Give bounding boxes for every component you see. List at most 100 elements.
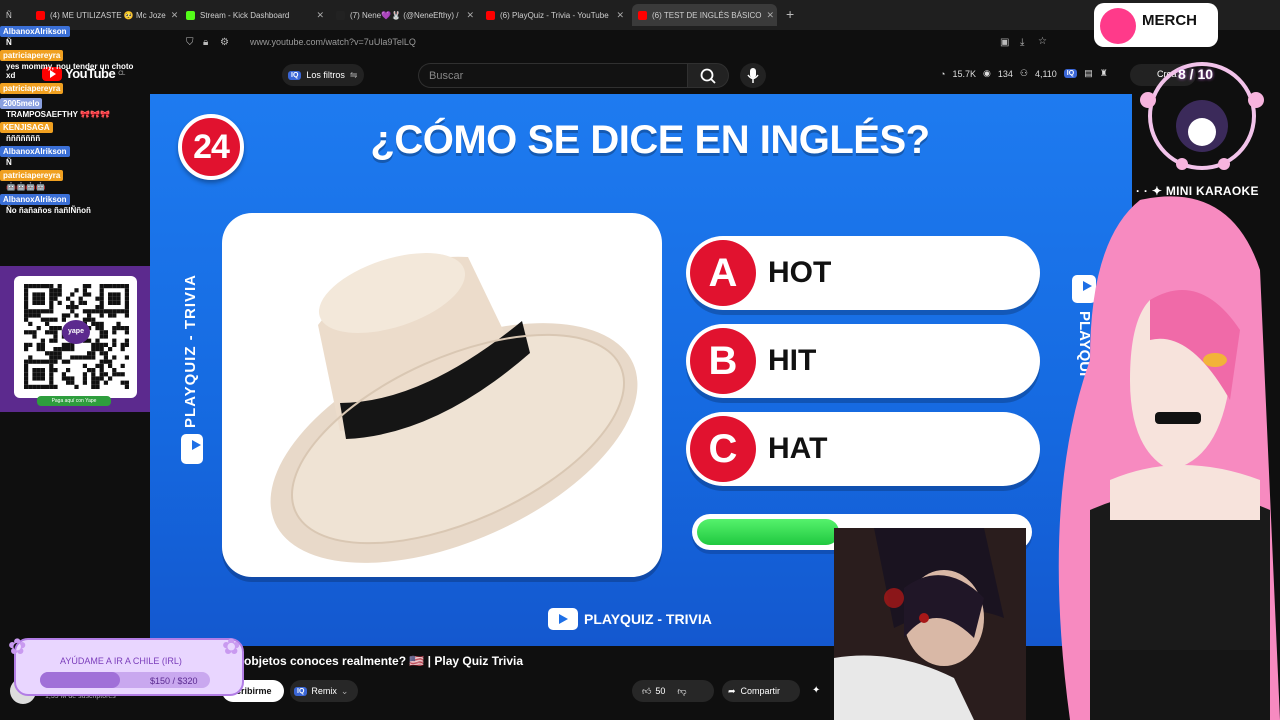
sparkle-icon[interactable]: ✦ [812, 685, 820, 696]
tab-close-icon[interactable]: ✕ [616, 10, 624, 21]
chat-message: AlbanoxAlrikson Ñ [0, 144, 150, 168]
brand-side: PLAYQUIZ - TRIVIA [170, 270, 214, 470]
video-title: s objetos conoces realmente? 🇺🇸 | Play Q… [234, 654, 524, 668]
save-icon[interactable]: ⤓ [1020, 37, 1024, 48]
chat-text: ñññññññ [6, 134, 41, 143]
stat-count: 4,110 [1034, 68, 1057, 79]
views-count: 15.7K [952, 68, 976, 79]
answer-option-b: B HIT [686, 324, 1040, 398]
chat-text: Ñ [6, 38, 12, 47]
new-tab-button[interactable]: + [786, 6, 794, 22]
qr-code: yape [14, 276, 137, 398]
bow-icon: ✿ [8, 634, 27, 659]
chat-username: AlbanoxAlrikson [0, 194, 70, 205]
youtube-mini-icon [548, 608, 578, 630]
remix-label: Remix [311, 686, 337, 696]
progress-counter: 8 / 10 [1178, 66, 1214, 82]
like-dislike-group[interactable]: 👍︎ 50 👎︎ [632, 680, 714, 702]
chevron-down-icon: ⌄ [340, 685, 349, 696]
tab-favicon-icon [336, 10, 345, 20]
tab-label: Ñ [6, 10, 12, 20]
filters-button[interactable]: IQ Los filtros ⇋ [282, 64, 364, 86]
share-button[interactable]: ➦ Compartir [722, 680, 800, 702]
brand-bottom: PLAYQUIZ - TRIVIA [548, 608, 712, 630]
tab-label: (6) PlayQuiz - Trivia - YouTube [500, 10, 609, 20]
screenshot-icon[interactable]: ▣ [1000, 37, 1009, 48]
thumbs-up-icon[interactable]: 👍︎ [642, 686, 651, 697]
tab-favicon-icon [36, 10, 45, 20]
site-settings-icon[interactable]: ⚙ [220, 37, 229, 48]
tab-close-icon[interactable]: ✕ [171, 10, 179, 21]
shield-icon[interactable]: ⛉ [186, 37, 194, 48]
chat-username: patriciapereyra [0, 83, 64, 94]
chat-username: patriciapereyra [0, 50, 64, 61]
views-icon: ◔ [940, 68, 946, 79]
chat-message: patriciapereyra yes mommy, nou tender un … [0, 48, 150, 81]
like-count: 50 [655, 686, 666, 696]
question-number-badge: 24 [178, 114, 244, 180]
url-text[interactable]: www.youtube.com/watch?v=7uUla9TelLQ [250, 37, 416, 47]
iq-icon: IQ [294, 686, 308, 696]
qr-label: Paga aquí con Yape [37, 396, 111, 406]
stream-stats: ◔ 15.7K ◉ 134 ⚇ 4,110 IQ ▤ ♜ [940, 68, 1108, 79]
brand-side-text: PLAYQUIZ - TRIVIA [182, 274, 199, 428]
answer-text: HOT [768, 256, 832, 289]
answer-option-c: C HAT [686, 412, 1040, 486]
search-button[interactable] [687, 63, 729, 88]
watching-count: 134 [997, 68, 1013, 79]
browser-tab[interactable]: (6) PlayQuiz - Trivia - YouTube ✕ [480, 4, 630, 26]
iq-icon: IQ [288, 70, 302, 80]
yape-logo: yape [62, 320, 90, 344]
microphone-icon [747, 68, 759, 83]
tab-favicon-icon [638, 10, 647, 20]
goal-title: AYÚDAME A IR A CHILE (IRL) [60, 656, 182, 666]
share-label: Compartir [740, 686, 781, 696]
browser-tab[interactable]: (7) Nene💜🐰 (@NeneEfthy) / ✕ [330, 4, 480, 26]
stream-chat: AlbanoxAlrikson Ñpatriciapereyra yes mommy… [0, 24, 150, 264]
search-input[interactable]: Buscar [418, 63, 688, 88]
chat-username: AlbanoxAlrikson [0, 26, 70, 37]
chat-username: AlbanoxAlrikson [0, 146, 70, 157]
remix-button[interactable]: IQ Remix ⌄ [290, 680, 358, 702]
iq-icon[interactable]: IQ [1063, 69, 1078, 78]
vtuber-avatar [1058, 196, 1280, 720]
answer-letter: A [690, 240, 756, 306]
browser-tab[interactable]: Ñ [0, 4, 30, 26]
chat-username: 2005melo [0, 98, 43, 109]
trophy-icon[interactable]: ♜ [1100, 68, 1108, 79]
tab-label: (4) ME UTILIZASTE 🥺 Mc Joze [50, 10, 166, 20]
browser-tab[interactable]: (6) TEST DE INGLÉS BÁSICO ✕ [632, 4, 777, 26]
chat-text: 🤖🤖🤖🤖 [6, 182, 46, 191]
chat-text: Ñ [6, 158, 12, 167]
tab-label: (7) Nene💜🐰 (@NeneEfthy) / [350, 10, 459, 20]
filters-label: Los filtros [306, 70, 345, 80]
tab-close-icon[interactable]: ✕ [466, 10, 474, 21]
extensions-icon[interactable]: ▤ [1084, 68, 1093, 79]
browser-tab[interactable]: (4) ME UTILIZASTE 🥺 Mc Joze ✕ [30, 4, 180, 26]
tab-close-icon[interactable]: ✕ [316, 10, 324, 21]
tab-label: (6) TEST DE INGLÉS BÁSICO [652, 10, 762, 20]
search-icon [700, 68, 716, 84]
chat-text: Ño ñañaños ñañlÑñoñ [6, 206, 91, 215]
chat-text: TRAMPOSAEFTHY 🎀🎀🎀 [6, 110, 110, 119]
tab-label: Stream - Kick Dashboard [200, 10, 290, 20]
merch-logo-icon [1100, 8, 1136, 44]
chat-username: patriciapereyra [0, 170, 64, 181]
chat-message: AlbanoxAlrikson Ño ñañaños ñañlÑñoñ [0, 192, 150, 216]
chat-message: KENJISAGA ñññññññ [0, 120, 150, 144]
bookmark-star-icon[interactable]: ☆ [1038, 36, 1047, 47]
voice-search-button[interactable] [740, 63, 766, 88]
thumbs-down-icon[interactable]: 👎︎ [677, 686, 686, 697]
hat-image [270, 253, 638, 563]
youtube-mini-icon [181, 434, 203, 464]
chat-message: AlbanoxAlrikson Ñ [0, 24, 150, 48]
answer-text: HAT [768, 432, 828, 465]
chat-text: yes mommy, nou tender un choto xd [6, 62, 134, 80]
answer-option-a: A HOT [686, 236, 1040, 310]
chat-message: patriciapereyra 🤖🤖🤖🤖 [0, 168, 150, 192]
lock-icon[interactable]: 🔒︎ [203, 37, 208, 48]
tab-close-icon[interactable]: ✕ [767, 10, 775, 21]
goal-progress-fill [40, 672, 120, 688]
goal-amount: $150 / $320 [150, 676, 198, 686]
browser-tab[interactable]: Stream - Kick Dashboard ✕ [180, 4, 330, 26]
